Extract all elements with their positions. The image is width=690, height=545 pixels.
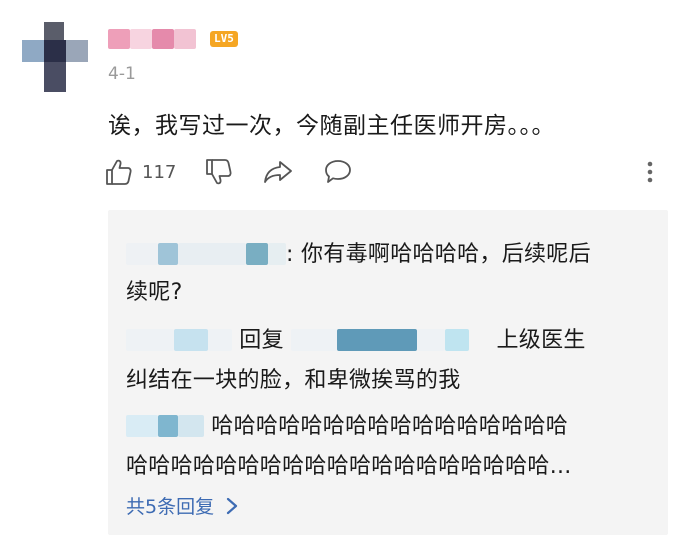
avatar-pixel: [44, 62, 66, 92]
reply-author-redacted: [246, 243, 268, 265]
reply-item[interactable]: : 你有毒啊哈哈哈哈，后续呢后: [126, 236, 591, 268]
reply-author-redacted: [158, 415, 178, 437]
reply-to-label: 回复: [239, 328, 284, 353]
reply-text: : 你有毒啊哈哈哈哈，后续呢后: [286, 242, 591, 267]
avatar-pixel: [44, 22, 64, 40]
username-redacted[interactable]: [108, 29, 130, 49]
reply-target-redacted: [417, 329, 446, 351]
share-icon: [264, 161, 292, 183]
reply-item[interactable]: 哈哈哈哈哈哈哈哈哈哈哈哈哈哈哈哈: [126, 408, 568, 440]
comment-text: 诶，我写过一次，今随副主任医师开房。。。: [108, 113, 555, 139]
level-badge: LV5: [210, 31, 238, 47]
reply-author-redacted: [178, 243, 246, 265]
reply-author-redacted: [178, 415, 204, 437]
reply-author-redacted: [158, 243, 178, 265]
comment-date: 4-1: [108, 64, 136, 84]
view-more-replies-link[interactable]: 共5条回复: [126, 492, 238, 519]
like-button[interactable]: 117: [104, 154, 176, 190]
reply-target-redacted: [337, 329, 418, 351]
reply-author-redacted: [208, 329, 232, 351]
like-count: 117: [142, 161, 177, 183]
chevron-right-icon: [226, 497, 238, 514]
reply-item[interactable]: 回复 上级医生: [126, 322, 586, 354]
reply-text-cont: 续呢?: [126, 280, 183, 305]
more-vertical-icon: [647, 161, 653, 183]
replies-panel: : 你有毒啊哈哈哈哈，后续呢后 续呢? 回复 上级医生 纠结在一块的脸，和卑微挨…: [108, 210, 668, 535]
avatar[interactable]: [22, 22, 88, 92]
avatar-pixel: [44, 40, 66, 62]
dislike-button[interactable]: [204, 154, 234, 190]
thumbs-up-icon: [106, 159, 132, 185]
reply-author-redacted: [126, 329, 174, 351]
share-button[interactable]: [262, 154, 294, 190]
comment-actions: 117: [104, 154, 664, 190]
reply-text: 上级医生: [496, 328, 586, 353]
username-redacted: [130, 29, 152, 49]
avatar-pixel: [22, 40, 44, 62]
reply-target-redacted: [445, 329, 470, 351]
reply-author-redacted: [174, 329, 208, 351]
username-redacted: [152, 29, 174, 49]
reply-author-redacted: [268, 243, 286, 265]
reply-button[interactable]: [322, 154, 354, 190]
reply-target-redacted: [291, 329, 338, 351]
thumbs-down-icon: [206, 159, 232, 185]
reply-author-redacted: [126, 243, 158, 265]
reply-text-cont: 纠结在一块的脸，和卑微挨骂的我: [126, 368, 461, 393]
comment-bubble-icon: [325, 160, 351, 183]
reply-author-redacted: [126, 415, 158, 437]
reply-text-cont: 哈哈哈哈哈哈哈哈哈哈哈哈哈哈哈哈哈哈哈...: [126, 454, 572, 479]
username-row: LV5: [108, 26, 238, 52]
more-replies-label: 共5条回复: [126, 496, 215, 518]
reply-target-redacted: [469, 329, 490, 351]
more-options-button[interactable]: [644, 154, 656, 190]
reply-text: 哈哈哈哈哈哈哈哈哈哈哈哈哈哈哈哈: [211, 414, 569, 439]
avatar-pixel: [66, 40, 88, 62]
username-redacted: [174, 29, 196, 49]
